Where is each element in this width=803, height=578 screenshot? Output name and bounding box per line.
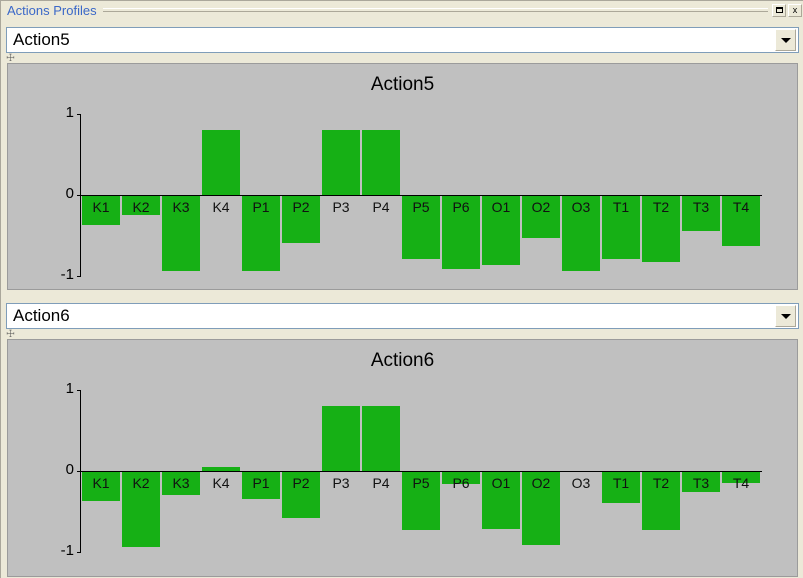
bar [482, 472, 520, 529]
bar [442, 196, 480, 269]
y-tick-mark [77, 276, 81, 277]
bar [642, 196, 680, 263]
x-category-label: P4 [372, 199, 390, 215]
bar [682, 472, 720, 493]
chart-panel-1: Action5 1 0 -1 K1 K2 K3 K4 P1 P2 P3 P4 P5 P6 O1 O2 O3 T1… [7, 63, 798, 290]
x-category-label: K4 [212, 475, 230, 491]
bar [402, 196, 440, 260]
y-tick-mark [77, 471, 81, 472]
close-icon: x [792, 4, 798, 15]
chevron-down-glyph [780, 37, 791, 43]
y-tick-mark [77, 390, 81, 391]
bar [682, 196, 720, 231]
chevron-down-icon[interactable] [775, 305, 796, 327]
bar [362, 130, 400, 195]
actions-profiles-window: Actions Profiles x Action5 ☩ Action5 10-… [0, 0, 803, 578]
bar [322, 406, 360, 471]
bar [482, 196, 520, 265]
bar [82, 196, 120, 226]
plot-area-1: 1 0 -1 K1 K2 K3 K4 P1 P2 P3 P4 P5 P6 O1 O2 O3 T1 T2 T3 T4 [8, 64, 764, 289]
action-profile-select-1-value: Action5 [13, 30, 70, 49]
bar [402, 472, 440, 531]
bar [602, 472, 640, 503]
y-tick-label: -1 [60, 542, 74, 559]
y-tick-mark [77, 114, 81, 115]
chart-panel-2: Action6 1 0 -1 K1 K2 K3 K4 P1 P2 P3 P4 P5 P6 O1 O2 O3 T1… [7, 339, 798, 577]
bar [522, 472, 560, 545]
x-category-label: P3 [332, 475, 350, 491]
chevron-down-icon[interactable] [775, 29, 796, 51]
bar [522, 196, 560, 239]
bar [122, 196, 160, 215]
bar [642, 472, 680, 531]
bar [362, 406, 400, 471]
restore-button[interactable] [772, 3, 786, 17]
chevron-down-glyph [780, 313, 791, 319]
bar [202, 130, 240, 195]
x-category-label: K4 [212, 199, 230, 215]
action-profile-select-1[interactable]: Action5 [6, 27, 799, 53]
y-tick-label: 0 [65, 461, 74, 478]
window-title: Actions Profiles [7, 2, 97, 18]
bar [122, 472, 160, 548]
bar [602, 196, 640, 260]
window-titlebar: Actions Profiles x [1, 1, 803, 19]
bar [162, 472, 200, 495]
restore-icon [775, 7, 783, 13]
y-tick-mark [77, 195, 81, 196]
y-tick-mark [77, 552, 81, 553]
x-category-label: O3 [571, 475, 591, 491]
y-tick-label: 0 [65, 185, 74, 202]
splitter-handle-2[interactable]: ☩ [1, 329, 803, 340]
titlebar-divider [102, 8, 768, 12]
bar [282, 196, 320, 243]
x-category-label: P4 [372, 475, 390, 491]
splitter-grip-icon: ☩ [6, 53, 15, 64]
plot-area-2: 1 0 -1 K1 K2 K3 K4 P1 P2 P3 P4 P5 P6 O1 O2 O3 T1 T2 T3 T4 [8, 340, 764, 576]
bar [322, 130, 360, 195]
close-button[interactable]: x [788, 3, 802, 17]
bar [82, 472, 120, 502]
bar [242, 196, 280, 272]
bar [242, 472, 280, 499]
y-tick-label: 1 [65, 104, 74, 121]
x-category-label: P3 [332, 199, 350, 215]
bar [282, 472, 320, 519]
bar [722, 196, 760, 247]
action-profile-select-2-value: Action6 [13, 306, 70, 325]
bar [562, 196, 600, 272]
bar [722, 472, 760, 483]
bar [202, 466, 240, 471]
action-profile-select-2[interactable]: Action6 [6, 303, 799, 329]
bar [162, 196, 200, 271]
splitter-handle-1[interactable]: ☩ [1, 53, 803, 64]
y-tick-label: -1 [60, 266, 74, 283]
bar [442, 472, 480, 485]
y-tick-label: 1 [65, 380, 74, 397]
splitter-grip-icon: ☩ [6, 329, 15, 340]
